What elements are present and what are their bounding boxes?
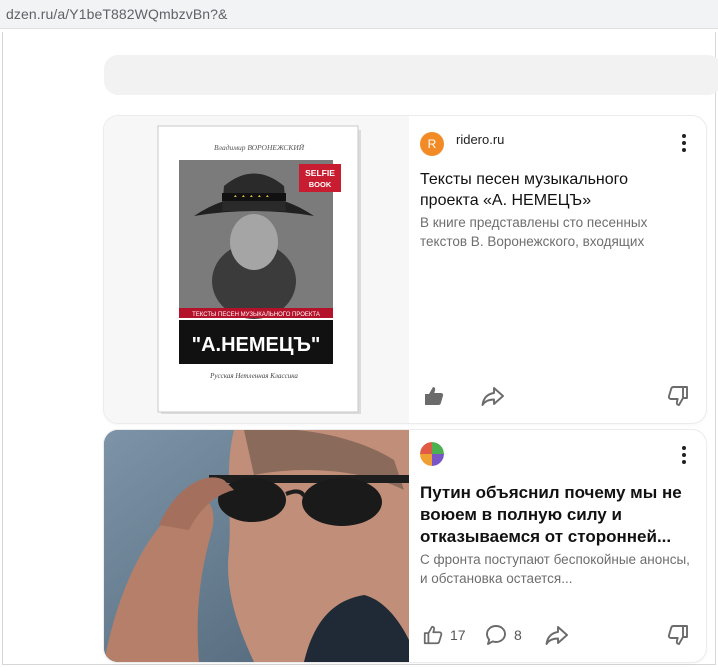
share-icon [545,626,568,645]
more-vert-icon[interactable] [676,132,692,154]
like-count: 17 [450,627,466,643]
dislike-icon [667,386,688,406]
comment-count: 8 [514,627,522,643]
address-bar[interactable]: dzen.ru/a/Y1beT882WQmbzvBn?& [0,0,718,29]
share-button[interactable] [480,383,506,409]
source-avatar-icon[interactable] [420,442,444,466]
book-author: Владимир ВОРОНЕЖСКИЙ [214,142,305,152]
like-button[interactable]: 17 [422,622,466,648]
badge-line2: BOOK [309,180,332,189]
share-icon [481,387,504,406]
card-image[interactable] [104,430,409,662]
card-title[interactable]: Тексты песен музыкального проекта «А. НЕ… [420,169,690,211]
book-project-title: "А.НЕМЕЦЪ" [192,334,321,356]
comment-button[interactable]: 8 [484,622,522,648]
url-text[interactable]: dzen.ru/a/Y1beT882WQmbzvBn?& [6,6,227,22]
feed-card[interactable]: Путин объяснил почему мы не воюем в полн… [104,430,706,662]
source-logo-icon[interactable]: R [420,132,444,156]
book-series: Русская Нетленная Классика [209,372,298,380]
card-snippet[interactable]: В книге представлены сто песенных тексто… [420,213,690,251]
card-title[interactable]: Путин объяснил почему мы не воюем в полн… [420,482,690,548]
comment-icon [486,625,506,645]
card-snippet[interactable]: С фронта поступают беспокойные анонсы, и… [420,550,690,588]
feed-card[interactable]: Владимир ВОРОНЕЖСКИЙ SELFIE BOOK ТЕКСТЫ … [104,116,706,423]
dislike-button[interactable] [666,383,690,409]
badge-line1: SELFIE [305,168,335,178]
like-icon [423,625,443,645]
card-actions: 17 8 [420,622,706,648]
like-button[interactable] [422,383,446,409]
source-name[interactable]: ridero.ru [456,132,504,147]
book-cover-image: Владимир ВОРОНЕЖСКИЙ SELFIE BOOK ТЕКСТЫ … [104,116,409,423]
dislike-button[interactable] [666,622,690,648]
article-photo [104,430,409,662]
loading-placeholder [104,55,718,95]
dislike-icon [667,625,688,645]
like-icon [425,387,444,405]
card-image[interactable]: Владимир ВОРОНЕЖСКИЙ SELFIE BOOK ТЕКСТЫ … [104,116,409,423]
book-subtitle: ТЕКСТЫ ПЕСЕН МУЗЫКАЛЬНОГО ПРОЕКТА [192,312,320,318]
more-vert-icon[interactable] [676,444,692,466]
share-button[interactable] [544,622,570,648]
card-actions [420,383,706,409]
